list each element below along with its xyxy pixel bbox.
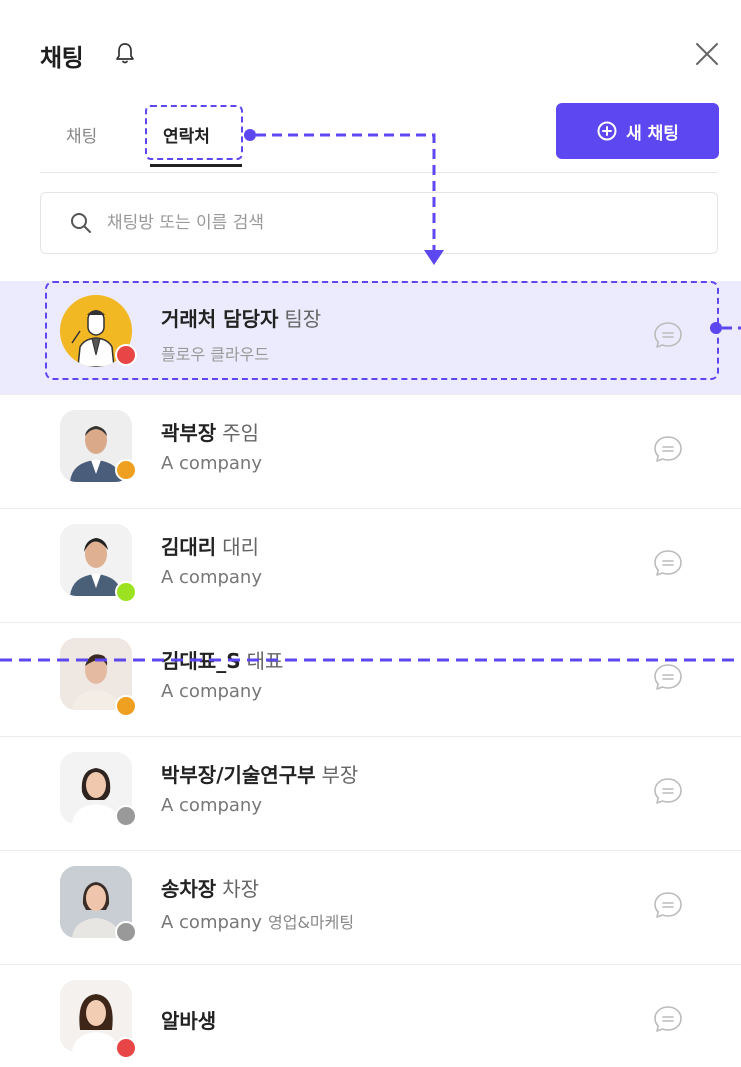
contact-title: 부장 (321, 763, 359, 787)
chat-bubble-icon[interactable] (651, 660, 685, 694)
contact-name: 알바생 (161, 1009, 217, 1033)
contact-company: A company (161, 681, 262, 702)
contact-company: A company (161, 453, 262, 474)
contact-title: 주임 (222, 421, 260, 445)
active-tab-indicator (150, 164, 242, 167)
status-dot (115, 459, 137, 481)
status-dot (115, 695, 137, 717)
chat-bubble-icon[interactable] (651, 546, 685, 580)
chat-bubble-icon[interactable] (651, 888, 685, 922)
search-box[interactable] (40, 192, 718, 254)
contact-name: 김대리 (161, 535, 217, 559)
contact-name: 박부장/기술연구부 (161, 763, 316, 787)
search-input[interactable] (107, 213, 667, 233)
new-chat-label: 새 채팅 (626, 123, 679, 144)
contact-row[interactable]: 곽부장 주임 A company (0, 395, 741, 509)
contact-row[interactable]: 김대표_S 대표 A company (0, 623, 741, 737)
new-chat-button[interactable]: 새 채팅 (556, 103, 719, 159)
close-icon[interactable] (693, 40, 721, 68)
contact-company: A company (161, 795, 262, 816)
contact-title: 대리 (222, 535, 260, 559)
contact-name-line: 김대표_S 대표 (161, 645, 283, 674)
contact-company: A company (161, 912, 262, 933)
contact-row[interactable]: 알바생 (0, 965, 741, 1067)
contact-title: 차장 (222, 877, 260, 901)
contact-name: 김대표_S (161, 649, 241, 673)
contact-company-line: A company 영업&마케팅 (161, 909, 354, 933)
contact-name-line: 송차장 차장 (161, 873, 259, 902)
contact-name-line: 곽부장 주임 (161, 417, 259, 446)
contact-title: 대표 (246, 649, 284, 673)
status-dot (115, 921, 137, 943)
plus-circle-icon (597, 121, 617, 141)
contact-row[interactable]: 송차장 차장 A company 영업&마케팅 (0, 851, 741, 965)
panel-title: 채팅 (40, 44, 84, 72)
status-dot (115, 581, 137, 603)
contact-company: A company (161, 567, 262, 588)
contact-name: 곽부장 (161, 421, 217, 445)
status-dot (115, 1037, 137, 1059)
selected-row-annotation (45, 281, 719, 380)
search-icon (71, 213, 91, 233)
tab-chat[interactable]: 채팅 (66, 122, 97, 147)
chat-bubble-icon[interactable] (651, 774, 685, 808)
contact-name-line: 박부장/기술연구부 부장 (161, 759, 358, 788)
chat-bubble-icon[interactable] (651, 432, 685, 466)
contact-row[interactable]: 박부장/기술연구부 부장 A company (0, 737, 741, 851)
chat-bubble-icon[interactable] (651, 1002, 685, 1036)
bell-icon[interactable] (114, 40, 136, 66)
contact-department: 영업&마케팅 (268, 913, 355, 932)
tab-divider (40, 172, 718, 173)
chat-panel: 채팅 채팅 연락처 새 채팅 채팅방 또는 이름 검색 거래처 담당자 팀장 플… (0, 0, 741, 1067)
tab-highlight-annotation (145, 105, 243, 160)
contact-row[interactable]: 김대리 대리 A company (0, 509, 741, 623)
contact-name: 송차장 (161, 877, 217, 901)
contact-name-line: 김대리 대리 (161, 531, 259, 560)
contact-name-line: 알바생 (161, 1005, 216, 1034)
status-dot (115, 805, 137, 827)
